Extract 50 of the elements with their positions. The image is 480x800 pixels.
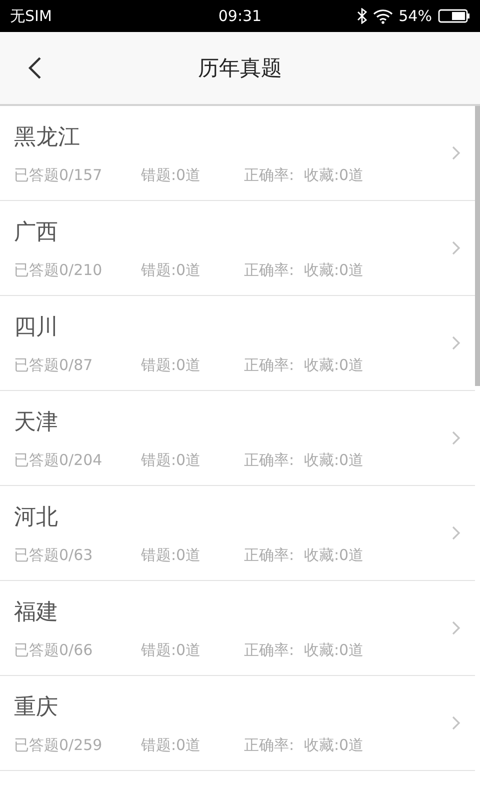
favorites-count: 收藏:0道 xyxy=(304,260,364,280)
answered-count: 已答题0/259 xyxy=(14,736,104,754)
region-name: 河北 xyxy=(14,504,59,532)
chevron-right-icon xyxy=(451,145,461,161)
favorites-count: 收藏:0道 xyxy=(304,736,364,754)
accuracy-label: 正确率: xyxy=(244,356,296,374)
region-name: 四川 xyxy=(14,314,59,342)
favorites-count: 收藏:0道 xyxy=(304,640,364,660)
accuracy-label: 正确率: xyxy=(244,546,296,564)
wrong-count: 错题:0道 xyxy=(141,260,202,280)
wrong-count: 错题:0道 xyxy=(141,736,202,754)
answered-count: 已答题0/157 xyxy=(14,166,104,184)
accuracy-label: 正确率: xyxy=(244,736,296,754)
battery-icon xyxy=(438,9,470,23)
chevron-right-icon xyxy=(451,620,461,636)
favorites-count: 收藏:0道 xyxy=(304,450,364,470)
favorites-count: 收藏:0道 xyxy=(304,356,364,374)
answered-count: 已答题0/66 xyxy=(14,640,94,660)
wrong-count: 错题:0道 xyxy=(141,640,202,660)
answered-count: 已答题0/210 xyxy=(14,260,104,280)
answered-count: 已答题0/87 xyxy=(14,356,94,374)
wrong-count: 错题:0道 xyxy=(141,166,202,184)
accuracy-label: 正确率: xyxy=(244,166,296,184)
chevron-right-icon xyxy=(451,525,461,541)
region-name: 福建 xyxy=(14,598,59,626)
wifi-icon xyxy=(372,8,393,24)
carrier-text: 无SIM xyxy=(10,6,53,26)
accuracy-label: 正确率: xyxy=(244,450,296,470)
clock-text: 09:31 xyxy=(217,7,263,25)
chevron-right-icon xyxy=(451,715,461,731)
bluetooth-icon xyxy=(356,8,367,24)
accuracy-label: 正确率: xyxy=(244,260,296,280)
battery-text: 54% xyxy=(398,7,432,25)
region-name: 广西 xyxy=(14,218,59,246)
accuracy-label: 正确率: xyxy=(244,640,296,660)
wrong-count: 错题:0道 xyxy=(141,450,202,470)
chevron-right-icon xyxy=(451,335,461,351)
region-name: 黑龙江 xyxy=(14,124,81,152)
region-name: 重庆 xyxy=(14,694,59,722)
wrong-count: 错题:0道 xyxy=(141,356,202,374)
favorites-count: 收藏:0道 xyxy=(304,546,364,564)
answered-count: 已答题0/63 xyxy=(14,546,94,564)
back-icon xyxy=(28,56,42,80)
favorites-count: 收藏:0道 xyxy=(304,166,364,184)
page-title: 历年真题 xyxy=(198,55,282,82)
chevron-right-icon xyxy=(451,240,461,256)
wrong-count: 错题:0道 xyxy=(141,546,202,564)
region-name: 天津 xyxy=(14,408,59,436)
answered-count: 已答题0/204 xyxy=(14,450,104,470)
chevron-right-icon xyxy=(451,430,461,446)
